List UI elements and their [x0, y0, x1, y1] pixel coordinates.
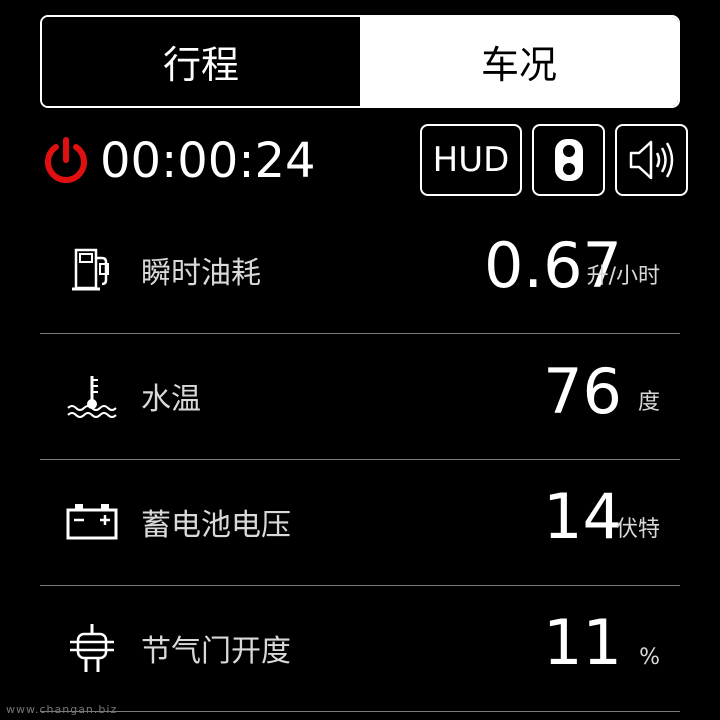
- tab-bar: 行程 车况: [40, 15, 680, 108]
- metric-row-throttle: 节气门开度 11 %: [40, 585, 680, 712]
- sound-button[interactable]: [615, 124, 688, 196]
- metric-unit: %: [639, 645, 660, 670]
- trip-timer: 00:00:24: [100, 133, 316, 189]
- watermark: www.changan.biz: [6, 703, 118, 716]
- metric-label: 瞬时油耗: [141, 256, 261, 291]
- metric-unit: 度: [637, 390, 660, 415]
- metric-label: 蓄电池电压: [141, 508, 291, 543]
- metric-unit: 升/小时: [586, 264, 660, 289]
- metric-label: 节气门开度: [141, 634, 291, 669]
- fuel-pump-icon: [72, 248, 109, 291]
- battery-icon: [66, 504, 118, 540]
- metric-unit: 伏特: [615, 517, 660, 542]
- traffic-light-icon: [554, 139, 583, 181]
- metric-value: 14: [543, 480, 622, 553]
- metric-value: 76: [543, 355, 622, 428]
- hud-button[interactable]: HUD: [420, 124, 522, 196]
- metric-row-water-temp: 水温 76 度: [40, 333, 680, 460]
- metric-row-fuel: 瞬时油耗 0.67 升/小时: [40, 207, 680, 334]
- metric-row-battery: 蓄电池电压 14 伏特: [40, 459, 680, 586]
- metric-value: 11: [543, 606, 622, 679]
- throttle-icon: [70, 624, 114, 672]
- power-icon[interactable]: [42, 136, 90, 186]
- speaker-icon: [629, 140, 673, 180]
- hud-button-label: HUD: [432, 140, 510, 180]
- metric-label: 水温: [141, 382, 201, 417]
- tab-vehicle-status[interactable]: 车况: [360, 17, 678, 106]
- water-temperature-icon: [67, 376, 117, 418]
- tab-trip[interactable]: 行程: [42, 17, 360, 106]
- traffic-light-button[interactable]: [532, 124, 605, 196]
